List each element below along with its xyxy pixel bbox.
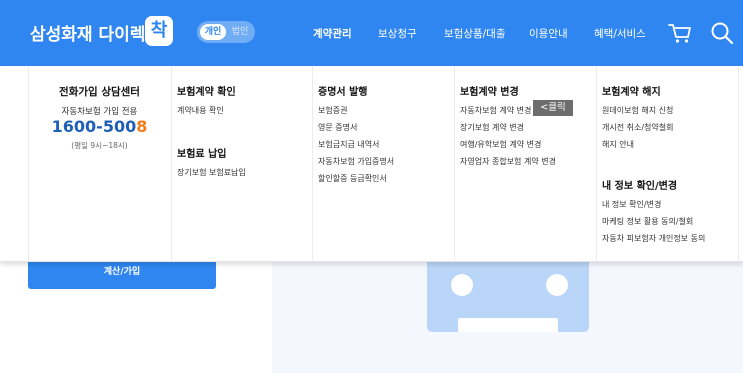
menu-link-travel-study-change[interactable]: 여행/유학보험 계약 변경	[460, 139, 541, 150]
menu-link-auto-insured-privacy-consent[interactable]: 자동차 피보험자 개인정보 동의	[602, 233, 705, 244]
nav-claims[interactable]: 보상청구	[378, 26, 417, 41]
divider	[596, 66, 597, 262]
search-icon[interactable]	[709, 20, 735, 46]
illustration-dot	[451, 274, 473, 296]
menu-link-oneday-cancel[interactable]: 원데이보험 해지 신청	[602, 105, 673, 116]
menu-link-auto-enrollment-cert[interactable]: 자동차보험 가입증명서	[318, 156, 394, 167]
logo-text[interactable]: 삼성화재 다이렉트	[30, 20, 161, 45]
cs-phone-last-digit: 8	[136, 117, 148, 136]
menu-link-claim-payment-statement[interactable]: 보험금지급 내역서	[318, 139, 379, 150]
menu-title-certificates: 증명서 발행	[318, 87, 368, 98]
divider	[312, 66, 313, 262]
cs-hours: (평일 9시~18시)	[71, 141, 128, 150]
illustration-bar	[458, 318, 558, 332]
divider	[738, 66, 739, 262]
menu-link-marketing-consent[interactable]: 마케팅 정보 활용 동의/철회	[602, 216, 693, 227]
menu-link-cancel-guide[interactable]: 해지 안내	[602, 139, 634, 150]
menu-title-premium-payment: 보험료 납입	[177, 149, 227, 160]
click-hint-tag: <클릭	[533, 100, 573, 116]
divider	[171, 66, 172, 262]
cs-phone-number: 1600-5008	[28, 117, 171, 136]
menu-link-long-term-premium[interactable]: 장기보험 보험료납입	[177, 167, 246, 178]
cs-subtitle: 자동차보험 가입 전용	[61, 107, 138, 117]
menu-title-my-info: 내 정보 확인/변경	[602, 181, 678, 192]
divider	[454, 66, 455, 262]
menu-link-self-employed-change[interactable]: 자영업자 종합보험 계약 변경	[460, 156, 556, 167]
menu-link-policy[interactable]: 보험증권	[318, 105, 347, 116]
menu-title-contract-check: 보험계약 확인	[177, 87, 236, 98]
cart-icon[interactable]	[667, 20, 693, 46]
menu-title-contract-cancel: 보험계약 해지	[602, 87, 661, 98]
menu-link-pre-start-cancel[interactable]: 개시전 취소/청약철회	[602, 122, 673, 133]
menu-link-discount-grade-cert[interactable]: 할인할증 등급확인서	[318, 173, 387, 184]
customer-type-toggle[interactable]: 개인 법인	[197, 21, 255, 43]
nav-contract-management[interactable]: 계약관리	[313, 26, 352, 41]
menu-link-long-term-change[interactable]: 장기보험 계약 변경	[460, 122, 524, 133]
illustration-dot	[546, 274, 568, 296]
toggle-personal[interactable]: 개인	[200, 24, 226, 40]
logo-mark[interactable]: 착	[145, 16, 173, 46]
top-header: 삼성화재 다이렉트 착 개인 법인 계약관리 보상청구 보험상품/대출 이용안내…	[0, 0, 743, 66]
menu-title-contract-change: 보험계약 변경	[460, 87, 519, 98]
nav-products-loans[interactable]: 보험상품/대출	[444, 26, 506, 41]
menu-link-my-info-change[interactable]: 내 정보 확인/변경	[602, 199, 661, 210]
nav-benefits-services[interactable]: 혜택/서비스	[594, 26, 646, 41]
menu-link-contract-details[interactable]: 계약내용 확인	[177, 105, 224, 116]
nav-guide[interactable]: 이용안내	[529, 26, 568, 41]
cs-phone-main: 1600-500	[51, 117, 137, 136]
menu-link-auto-contract-change[interactable]: 자동차보험 계약 변경	[460, 105, 531, 116]
cs-title: 전화가입 상담센터	[59, 86, 140, 98]
toggle-corporate[interactable]: 법인	[228, 24, 252, 40]
menu-link-english-cert[interactable]: 영문 증명서	[318, 122, 357, 133]
page: 삼성화재 다이렉트 착 개인 법인 계약관리 보상청구 보험상품/대출 이용안내…	[0, 0, 743, 373]
